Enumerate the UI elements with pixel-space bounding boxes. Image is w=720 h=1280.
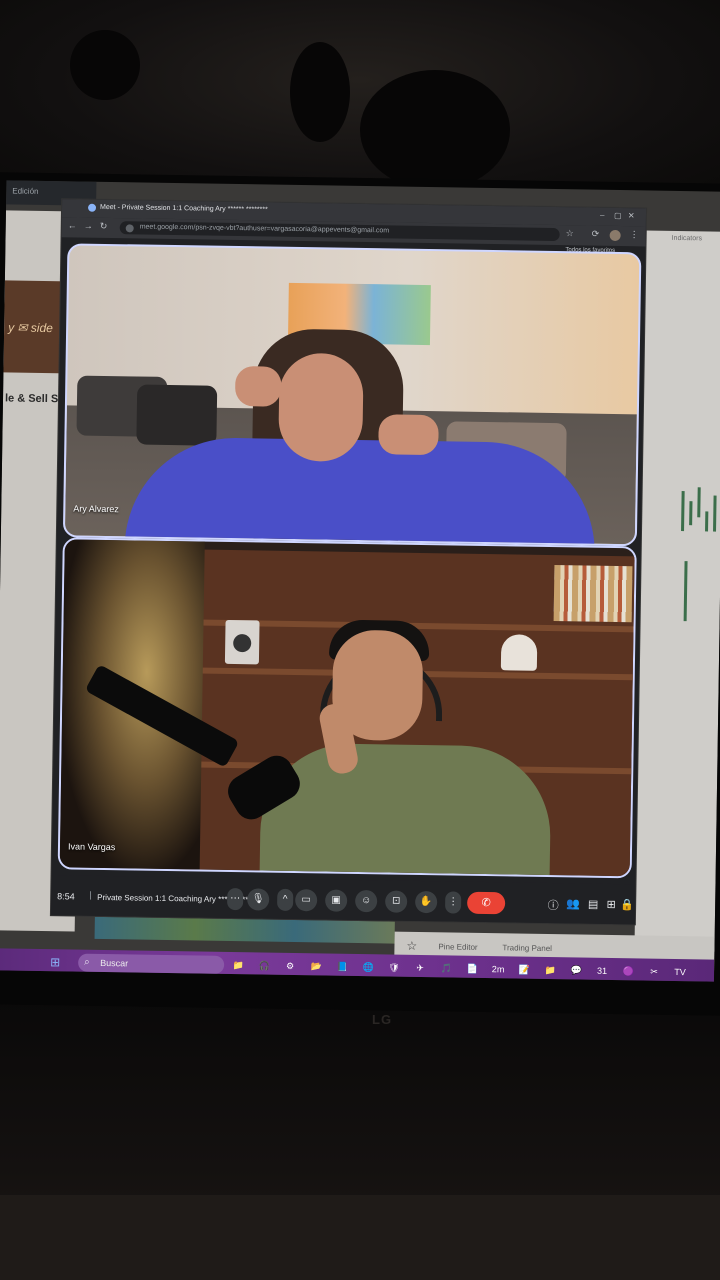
- meeting-info-icon[interactable]: ⓘ: [545, 897, 561, 913]
- windows-start-icon[interactable]: ⊞: [50, 955, 64, 969]
- chevron-up-icon[interactable]: ^: [277, 888, 294, 911]
- meeting-time: 8:54: [57, 891, 75, 902]
- chart-candle: [697, 487, 701, 518]
- taskbar-app-icon[interactable]: 🟣: [620, 963, 636, 979]
- taskbar-app-icon[interactable]: TV: [672, 964, 688, 980]
- chat-icon[interactable]: ▤: [585, 898, 601, 911]
- taskbar-app-icon[interactable]: 💬: [568, 962, 584, 978]
- participant-body: [259, 742, 552, 878]
- reload-icon[interactable]: ↻: [100, 221, 108, 232]
- shelf-object: [70, 30, 140, 100]
- more-options-icon[interactable]: ⋯: [227, 887, 244, 911]
- star-icon[interactable]: ☆: [406, 939, 420, 953]
- background-doc-text: le & Sell S: [4, 392, 59, 406]
- taskbar-app-icon[interactable]: 📄: [464, 961, 480, 977]
- chart-candle: [689, 501, 693, 526]
- host-controls-icon[interactable]: 🔒: [619, 898, 635, 911]
- participant-tile-ivan[interactable]: Ivan Vargas: [57, 537, 637, 879]
- participant-hand: [378, 414, 439, 456]
- taskbar-app-icon[interactable]: ✈: [412, 960, 428, 976]
- participant-tile-ary[interactable]: Ary Alvarez: [62, 243, 642, 547]
- taskbar-app-icon[interactable]: 🎧: [256, 957, 272, 973]
- chart-candle: [705, 511, 709, 532]
- participant-body: [124, 436, 597, 547]
- shelf-object: [290, 42, 350, 142]
- desk-edge: [0, 1195, 720, 1280]
- background-banner-text: y ✉ side: [8, 320, 53, 336]
- participant-name-label: Ivan Vargas: [67, 841, 116, 853]
- maximize-icon[interactable]: ▢: [614, 211, 622, 220]
- monitor: Edición y ✉ side le & Sell S Indicators …: [0, 172, 720, 1016]
- extension-icon[interactable]: ⟳: [592, 229, 600, 240]
- background-trading-chart: [634, 230, 720, 952]
- background-tab-label[interactable]: Edición: [12, 186, 38, 195]
- taskbar-app-icon[interactable]: 🌐: [360, 959, 376, 975]
- separator: |: [89, 889, 92, 900]
- people-icon[interactable]: 👥: [565, 897, 581, 910]
- taskbar-app-icon[interactable]: 🎵: [438, 960, 454, 976]
- taskbar-app-icon[interactable]: ⚙: [282, 958, 298, 974]
- pillow: [136, 384, 218, 446]
- participant-name-label: Ary Alvarez: [73, 503, 119, 515]
- shelf-object: [360, 70, 510, 190]
- search-placeholder: Buscar: [100, 957, 129, 969]
- participant-face: [278, 352, 364, 463]
- monitor-brand-logo: LG: [372, 1012, 393, 1027]
- background-map-strip: [94, 916, 395, 944]
- forward-icon[interactable]: →: [84, 221, 93, 231]
- chart-candle: [681, 491, 685, 532]
- vase: [500, 634, 538, 671]
- taskbar-app-icon[interactable]: 📂: [308, 958, 324, 974]
- activities-icon[interactable]: ⊞: [603, 898, 619, 911]
- indicators-label[interactable]: Indicators: [672, 235, 702, 242]
- back-icon[interactable]: ←: [68, 220, 77, 230]
- tab-trading-panel[interactable]: Trading Panel: [502, 943, 552, 953]
- meet-favicon-icon: [87, 203, 97, 212]
- participant-hand: [234, 366, 282, 407]
- close-icon[interactable]: ✕: [628, 211, 635, 220]
- taskbar-app-icon[interactable]: 📁: [542, 962, 558, 978]
- taskbar-app-icon[interactable]: 📝: [516, 961, 532, 977]
- browser-menu-icon[interactable]: ⋮: [630, 229, 639, 240]
- taskbar-app-icon[interactable]: 📁: [230, 957, 246, 973]
- profile-avatar[interactable]: [609, 229, 621, 242]
- bookmark-star-icon[interactable]: ☆: [566, 228, 574, 239]
- search-icon: ⌕: [84, 956, 90, 968]
- books: [553, 565, 633, 623]
- taskbar-app-icon[interactable]: 🛡: [386, 959, 402, 975]
- site-info-icon[interactable]: [125, 224, 134, 233]
- meet-window: Meet - Private Session 1:1 Coaching Ary …: [50, 199, 647, 925]
- screen: Edición y ✉ side le & Sell S Indicators …: [0, 180, 720, 982]
- taskbar-app-icon[interactable]: 📘: [334, 959, 350, 975]
- leave-call-button[interactable]: ✆: [466, 891, 506, 915]
- taskbar-app-icon[interactable]: ✂: [646, 964, 662, 980]
- taskbar-app-icon[interactable]: 31: [594, 963, 610, 979]
- minimize-icon[interactable]: –: [600, 211, 605, 220]
- chart-candle: [713, 495, 717, 532]
- tab-pine-editor[interactable]: Pine Editor: [438, 942, 477, 952]
- more-button[interactable]: ⋮: [444, 891, 462, 914]
- taskbar-app-icon[interactable]: 2m: [490, 961, 506, 977]
